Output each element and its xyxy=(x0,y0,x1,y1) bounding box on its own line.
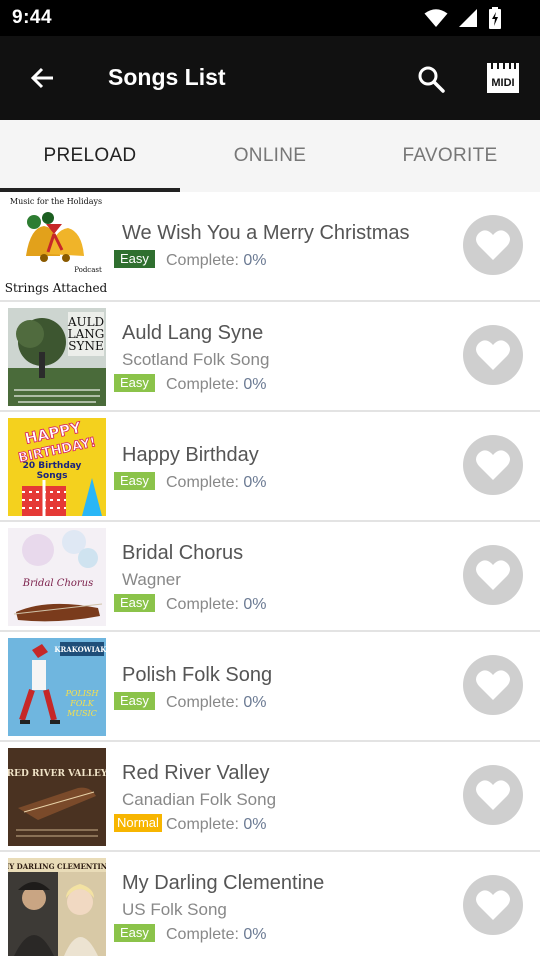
completion-status: Complete: 0% xyxy=(166,926,267,944)
song-title: Happy Birthday xyxy=(122,444,259,466)
completion-status: Complete: 0% xyxy=(166,252,267,270)
tab-favorite[interactable]: FAVORITE xyxy=(360,120,540,192)
difficulty-badge: Easy xyxy=(114,472,155,490)
album-cover: AULD LANG SYNE xyxy=(8,308,106,406)
cover-text: Podcast xyxy=(74,266,102,274)
complete-label: Complete: xyxy=(166,694,239,711)
difficulty-badge: Normal xyxy=(114,814,162,832)
song-row[interactable]: HAPPY BIRTHDAY! 20 Birthday Songs Happy … xyxy=(0,412,540,522)
complete-label: Complete: xyxy=(166,926,239,943)
heart-icon xyxy=(476,450,510,480)
search-button[interactable] xyxy=(410,58,452,100)
status-icons xyxy=(424,7,502,29)
heart-icon xyxy=(476,230,510,260)
song-title: Auld Lang Syne xyxy=(122,322,264,344)
tab-bar: PRELOAD ONLINE FAVORITE xyxy=(0,120,540,192)
search-icon xyxy=(418,66,445,93)
difficulty-badge: Easy xyxy=(114,250,155,268)
completion-status: Complete: 0% xyxy=(166,376,267,394)
favorite-button[interactable] xyxy=(463,435,523,495)
completion-status: Complete: 0% xyxy=(166,596,267,614)
cover-text: SYNE xyxy=(68,339,103,353)
heart-icon xyxy=(476,560,510,590)
difficulty-badge: Easy xyxy=(114,594,155,612)
song-subtitle: US Folk Song xyxy=(122,900,227,919)
completion-status: Complete: 0% xyxy=(166,694,267,712)
signal-icon xyxy=(459,9,477,27)
completion-percent: 0% xyxy=(243,816,267,833)
completion-status: Complete: 0% xyxy=(166,816,267,834)
favorite-button[interactable] xyxy=(463,875,523,935)
complete-label: Complete: xyxy=(166,252,239,269)
midi-button[interactable]: MIDI xyxy=(484,60,524,100)
difficulty-badge: Easy xyxy=(114,692,155,710)
cover-text: 20 Birthday xyxy=(23,461,82,471)
song-title: We Wish You a Merry Christmas xyxy=(122,222,410,244)
song-subtitle: Canadian Folk Song xyxy=(122,790,277,809)
song-subtitle: Wagner xyxy=(122,570,181,589)
song-row[interactable]: MY DARLING CLEMENTINE My Darling Clement… xyxy=(0,852,540,960)
song-title: Bridal Chorus xyxy=(122,542,244,564)
completion-percent: 0% xyxy=(243,694,267,711)
cover-text: Bridal Chorus xyxy=(22,578,94,589)
song-title: Polish Folk Song xyxy=(122,664,273,686)
cover-text: MUSIC xyxy=(66,709,97,718)
cover-text: Music for the Holidays xyxy=(10,197,102,206)
wifi-icon xyxy=(424,9,448,27)
status-bar: 9:44 xyxy=(0,0,540,36)
tab-online[interactable]: ONLINE xyxy=(180,120,360,192)
heart-icon xyxy=(476,890,510,920)
complete-label: Complete: xyxy=(166,376,239,393)
heart-icon xyxy=(476,780,510,810)
song-title: My Darling Clementine xyxy=(122,872,325,894)
cover-text: Songs xyxy=(37,471,68,481)
heart-icon xyxy=(476,670,510,700)
heart-icon xyxy=(476,340,510,370)
album-cover: KRAKOWIAKI POLISH FOLK MUSIC xyxy=(8,638,106,736)
song-title: Red River Valley xyxy=(122,762,270,784)
album-cover: RED RIVER VALLEY xyxy=(8,748,106,846)
favorite-button[interactable] xyxy=(463,765,523,825)
cover-text: FOLK xyxy=(69,699,94,708)
cover-text: MY DARLING CLEMENTINE xyxy=(8,862,106,871)
song-row[interactable]: RED RIVER VALLEY Red River Valley Canadi… xyxy=(0,742,540,852)
album-cover: Bridal Chorus xyxy=(8,528,106,626)
complete-label: Complete: xyxy=(166,816,239,833)
status-time: 9:44 xyxy=(12,7,53,28)
favorite-button[interactable] xyxy=(463,655,523,715)
midi-icon: MIDI xyxy=(487,63,519,93)
completion-percent: 0% xyxy=(243,252,267,269)
battery-icon xyxy=(489,7,501,29)
complete-label: Complete: xyxy=(166,474,239,491)
album-cover: HAPPY BIRTHDAY! 20 Birthday Songs xyxy=(8,418,106,516)
midi-label: MIDI xyxy=(491,77,514,89)
favorite-button[interactable] xyxy=(463,215,523,275)
completion-percent: 0% xyxy=(243,926,267,943)
song-row[interactable]: KRAKOWIAKI POLISH FOLK MUSIC Polish Folk… xyxy=(0,632,540,742)
difficulty-badge: Easy xyxy=(114,924,155,942)
back-button[interactable] xyxy=(22,58,62,98)
complete-label: Complete: xyxy=(166,596,239,613)
difficulty-badge: Easy xyxy=(114,374,155,392)
back-arrow-icon xyxy=(30,67,53,89)
song-row[interactable]: AULD LANG SYNE Auld Lang Syne Scotland F… xyxy=(0,302,540,412)
cover-text: POLISH xyxy=(65,689,100,698)
song-row[interactable]: Bridal Chorus Bridal Chorus Wagner Easy … xyxy=(0,522,540,632)
album-cover: MY DARLING CLEMENTINE xyxy=(8,858,106,956)
cover-text: KRAKOWIAKI xyxy=(54,645,106,654)
page-title: Songs List xyxy=(108,64,226,90)
cover-text: Strings Attached xyxy=(5,281,108,295)
favorite-button[interactable] xyxy=(463,325,523,385)
completion-status: Complete: 0% xyxy=(166,474,267,492)
completion-percent: 0% xyxy=(243,474,267,491)
song-subtitle: Scotland Folk Song xyxy=(122,350,270,369)
cover-text: RED RIVER VALLEY xyxy=(8,769,106,779)
tab-preload[interactable]: PRELOAD xyxy=(0,120,180,192)
completion-percent: 0% xyxy=(243,596,267,613)
song-row[interactable]: Music for the Holidays Podcast Strings A… xyxy=(0,192,540,302)
album-cover: Music for the Holidays Podcast Strings A… xyxy=(4,194,108,298)
favorite-button[interactable] xyxy=(463,545,523,605)
completion-percent: 0% xyxy=(243,376,267,393)
app-bar: Songs List MIDI xyxy=(0,36,540,120)
